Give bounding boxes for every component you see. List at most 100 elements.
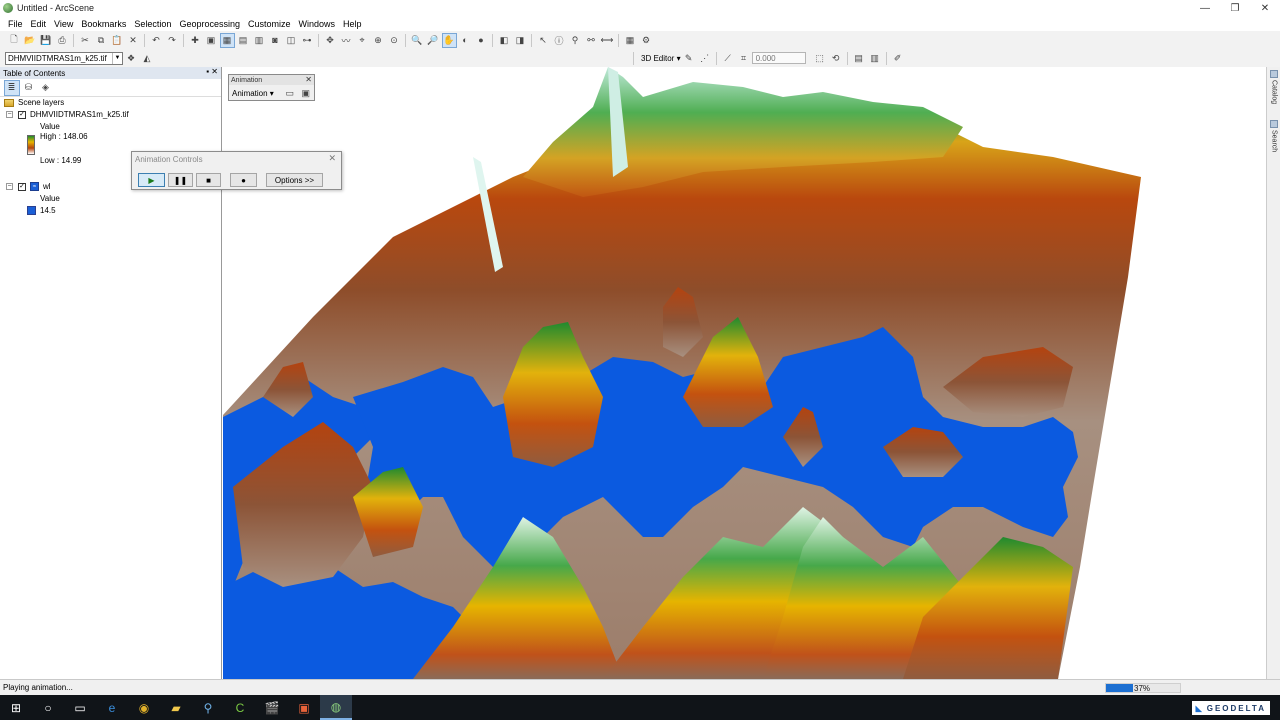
expand-icon[interactable]: ◨ <box>514 34 527 47</box>
list-by-visibility-icon[interactable]: ◈ <box>39 81 53 95</box>
pause-button[interactable]: ❚❚ <box>168 173 193 187</box>
collapse-icon[interactable]: − <box>6 183 13 190</box>
globe-icon[interactable]: ● <box>475 34 488 47</box>
recorder-app-icon[interactable]: ▣ <box>288 695 320 720</box>
dem-layer-checkbox[interactable]: ✓ <box>18 110 26 119</box>
open-folder-icon[interactable]: 📂 <box>24 34 37 47</box>
wl-layer-row[interactable]: − ✓ ≈ wl <box>6 182 51 191</box>
create-features-icon[interactable]: ✐ <box>891 52 904 65</box>
list-by-drawing-order-icon[interactable]: ≣ <box>3 79 20 96</box>
copy-icon[interactable]: ⧉ <box>95 34 108 47</box>
animation-toolbar-close-icon[interactable]: ✕ <box>305 75 312 84</box>
offset-value-field[interactable]: 0.000 <box>751 52 806 64</box>
menu-selection[interactable]: Selection <box>134 19 171 29</box>
menu-file[interactable]: File <box>8 19 23 29</box>
terrain-render[interactable] <box>223 67 1266 679</box>
redo-icon[interactable]: ↷ <box>166 34 179 47</box>
zoom-in-icon[interactable]: 🔍 <box>411 34 424 47</box>
list-by-source-icon[interactable]: ⛁ <box>22 81 36 95</box>
menu-geoprocessing[interactable]: Geoprocessing <box>179 19 240 29</box>
add-data-icon[interactable]: ✚ <box>189 34 202 47</box>
paste-icon[interactable]: 📋 <box>111 34 124 47</box>
edge-browser-icon[interactable]: e <box>96 695 128 720</box>
catalog-tab[interactable]: Catalog <box>1268 70 1280 104</box>
capture-view-icon[interactable]: ▭ <box>283 87 296 100</box>
zoom-out-icon[interactable]: 🔎 <box>427 34 440 47</box>
undo-icon[interactable]: ↶ <box>150 34 163 47</box>
file-explorer-icon[interactable]: ▰ <box>160 695 192 720</box>
menu-customize[interactable]: Customize <box>248 19 291 29</box>
sketch-properties-icon[interactable]: ▥ <box>868 52 881 65</box>
stop-button[interactable]: ■ <box>196 173 221 187</box>
menu-view[interactable]: View <box>54 19 73 29</box>
arcscene-taskbar-icon[interactable]: ◍ <box>320 695 352 720</box>
animation-controls-icon[interactable]: ▣ <box>299 87 312 100</box>
windows-start-icon[interactable]: ⊞ <box>0 695 32 720</box>
minimize-button[interactable]: — <box>1190 0 1220 16</box>
offset-icon[interactable]: ⌗ <box>737 52 750 65</box>
layer-effects-icon[interactable]: ◭ <box>141 52 154 65</box>
edit-tool-icon[interactable]: ✎ <box>682 52 695 65</box>
render-icon[interactable]: ◙ <box>269 34 282 47</box>
maximize-button[interactable]: ❐ <box>1220 0 1250 16</box>
menu-bookmarks[interactable]: Bookmarks <box>81 19 126 29</box>
delete-icon[interactable]: ✕ <box>127 34 140 47</box>
layer-properties-icon[interactable]: ▥ <box>253 34 266 47</box>
wl-layer-checkbox[interactable]: ✓ <box>18 182 26 191</box>
animation-controls-titlebar[interactable]: Animation Controls ✕ <box>132 152 341 167</box>
rotate-icon[interactable]: ⟲ <box>829 52 842 65</box>
binoculars-icon[interactable]: ⚯ <box>585 34 598 47</box>
animation-toolbar-titlebar[interactable]: Animation ✕ <box>229 75 314 85</box>
scene-properties-icon[interactable]: ▤ <box>237 34 250 47</box>
navigate-icon[interactable]: ▦ <box>219 32 235 48</box>
find-icon[interactable]: ⚲ <box>569 34 582 47</box>
toc-pin-close-buttons[interactable]: ▪ ✕ <box>206 67 218 76</box>
record-button[interactable]: ● <box>230 173 257 187</box>
print-icon[interactable]: ⎙ <box>56 34 69 47</box>
straight-segment-icon[interactable]: ⟋ <box>721 52 734 65</box>
3d-editor-menu[interactable]: 3D Editor ▾ <box>641 54 681 63</box>
search-tab[interactable]: Search <box>1268 120 1280 152</box>
scene-layers-group[interactable]: Scene layers <box>4 98 64 107</box>
save-icon[interactable]: 💾 <box>40 34 53 47</box>
cortana-search-icon[interactable]: ○ <box>32 695 64 720</box>
camtasia-app-icon[interactable]: C <box>224 695 256 720</box>
new-document-icon[interactable]: 🗋 <box>8 34 21 47</box>
menu-help[interactable]: Help <box>343 19 362 29</box>
hand-pan-icon[interactable]: ✋ <box>441 32 457 48</box>
scene-view[interactable] <box>223 67 1266 679</box>
fly-icon[interactable]: 〰 <box>340 34 353 47</box>
magnifier-app-icon[interactable]: ⚲ <box>192 695 224 720</box>
zoom-target-icon[interactable]: ⊕ <box>372 34 385 47</box>
wl-class-row[interactable]: 14.5 <box>27 206 56 215</box>
narrow-icon[interactable]: ◧ <box>498 34 511 47</box>
play-button[interactable]: ▶ <box>138 173 165 187</box>
cut-icon[interactable]: ✂ <box>79 34 92 47</box>
chrome-browser-icon[interactable]: ◉ <box>128 695 160 720</box>
full-extent-icon[interactable]: ▣ <box>205 34 218 47</box>
clear-icon[interactable]: ◫ <box>285 34 298 47</box>
dem-layer-row[interactable]: − ✓ DHMVIIDTMRAS1m_k25.tif <box>6 110 129 119</box>
swipe-icon[interactable]: ❖ <box>125 52 138 65</box>
move-icon[interactable]: ⬚ <box>813 52 826 65</box>
video-editor-icon[interactable]: 🎬 <box>256 695 288 720</box>
table-icon[interactable]: ▦ <box>624 34 637 47</box>
close-button[interactable]: ✕ <box>1250 0 1280 16</box>
set-observer-icon[interactable]: ⊙ <box>388 34 401 47</box>
identify-icon[interactable]: ⓘ <box>553 34 566 47</box>
options-button[interactable]: Options >> <box>266 173 323 187</box>
menu-windows[interactable]: Windows <box>299 19 336 29</box>
task-view-icon[interactable]: ▭ <box>64 695 96 720</box>
layer-tools-icon[interactable]: ⊶ <box>301 34 314 47</box>
select-elements-icon[interactable]: ↖ <box>537 34 550 47</box>
collapse-icon[interactable]: − <box>6 111 13 118</box>
edit-vertices-icon[interactable]: ⋰ <box>698 52 711 65</box>
measure-icon[interactable]: ⟷ <box>601 34 614 47</box>
menu-edit[interactable]: Edit <box>31 19 47 29</box>
arctoolbox-icon[interactable]: ⚙ <box>640 34 653 47</box>
pan-icon[interactable]: ✥ <box>324 34 337 47</box>
animation-menu[interactable]: Animation ▾ <box>232 89 274 98</box>
layer-select-dropdown[interactable]: DHMVIIDTMRAS1m_k25.tif ▼ <box>5 51 123 65</box>
full-extent-globe-icon[interactable]: ◐ <box>459 34 472 47</box>
elevation-color-ramp[interactable] <box>27 135 35 155</box>
